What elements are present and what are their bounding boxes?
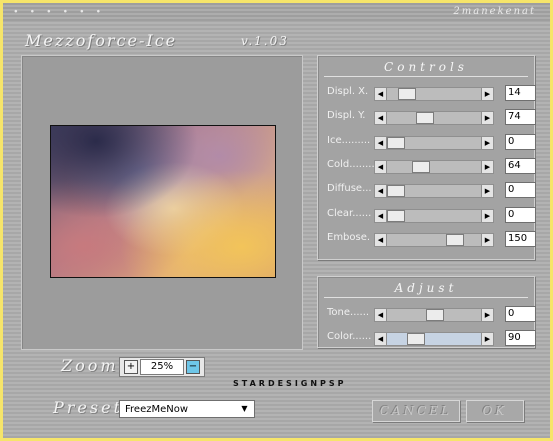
adjust-slider-track[interactable]: ◀ ▶ — [374, 308, 494, 322]
zoom-label: Zoom — [61, 356, 119, 375]
adjust-label: Tone...... — [327, 307, 370, 318]
control-value-input[interactable]: 150 — [505, 230, 536, 247]
arrow-left-icon[interactable]: ◀ — [375, 209, 387, 222]
control-slider-thumb[interactable] — [398, 88, 416, 100]
credit-label: STARDESIGNPSP — [233, 379, 347, 388]
arrow-right-icon[interactable]: ▶ — [481, 209, 493, 222]
arrow-right-icon[interactable]: ▶ — [481, 160, 493, 173]
control-value-input[interactable]: 0 — [505, 206, 536, 223]
preset-selected: FreezMeNow — [125, 404, 189, 415]
preset-label: Preset — [53, 398, 123, 417]
app-title: Mezzoforce-Ice — [25, 31, 178, 50]
adjust-label: Color...... — [327, 331, 372, 342]
control-value-input[interactable]: 0 — [505, 133, 536, 150]
preset-dropdown[interactable]: FreezMeNow ▼ — [119, 400, 255, 418]
control-value-input[interactable]: 0 — [505, 182, 536, 199]
chevron-down-icon[interactable]: ▼ — [238, 402, 251, 416]
control-slider-thumb[interactable] — [412, 160, 430, 173]
control-label: Cold........ — [327, 158, 375, 170]
arrow-right-icon[interactable]: ▶ — [481, 233, 493, 246]
arrow-left-icon[interactable]: ◀ — [375, 160, 387, 173]
arrow-left-icon[interactable]: ◀ — [375, 309, 387, 321]
control-slider-track[interactable]: ◀ ▶ — [374, 135, 494, 150]
divider — [324, 297, 528, 298]
version-label: v.1.03 — [241, 34, 289, 48]
control-row: Clear...... ◀ ▶ 0 — [318, 206, 536, 224]
arrow-left-icon[interactable]: ◀ — [375, 233, 387, 246]
control-value-input[interactable]: 14 — [505, 85, 536, 101]
adjust-row: Color...... ◀ ▶ 90 — [318, 329, 536, 347]
control-label: Displ. X. — [327, 86, 369, 97]
control-row: Ice......... ◀ ▶ 0 — [318, 133, 536, 151]
adjust-slider-thumb[interactable] — [426, 309, 444, 321]
controls-panel: Controls Displ. X. ◀ ▶ 14 Displ. Y. ◀ ▶ 74 Ice..… — [317, 55, 536, 260]
control-slider-track[interactable]: ◀ ▶ — [374, 87, 494, 101]
control-value-input[interactable]: 74 — [505, 109, 536, 126]
control-slider-track[interactable]: ◀ ▶ — [374, 208, 494, 223]
arrow-left-icon[interactable]: ◀ — [375, 185, 387, 198]
control-row: Displ. Y. ◀ ▶ 74 — [318, 108, 536, 126]
window-frame: ∙ ∙ ∙ ∙ ∙ ∙ 2manekenat Mezzoforce-Ice v.… — [0, 0, 553, 441]
arrow-right-icon[interactable]: ▶ — [481, 309, 493, 321]
ok-button[interactable]: OK — [466, 400, 524, 422]
arrow-left-icon[interactable]: ◀ — [375, 112, 387, 125]
zoom-value: 25% — [140, 359, 184, 375]
control-slider-track[interactable]: ◀ ▶ — [374, 184, 494, 199]
control-label: Ice......... — [327, 134, 371, 146]
preview-image[interactable] — [50, 125, 276, 278]
control-slider-thumb[interactable] — [387, 209, 405, 222]
arrow-right-icon[interactable]: ▶ — [481, 112, 493, 125]
adjust-slider-thumb[interactable] — [407, 333, 425, 345]
preview-panel — [21, 55, 303, 350]
adjust-row: Tone...... ◀ ▶ 0 — [318, 305, 536, 323]
control-slider-track[interactable]: ◀ ▶ — [374, 111, 494, 126]
brand-label: 2manekenat — [453, 6, 536, 17]
arrow-left-icon[interactable]: ◀ — [375, 136, 387, 149]
control-row: Displ. X. ◀ ▶ 14 — [318, 84, 536, 102]
adjust-value-input[interactable]: 0 — [505, 306, 536, 322]
grip-dots: ∙ ∙ ∙ ∙ ∙ ∙ — [13, 7, 106, 17]
control-slider-thumb[interactable] — [446, 233, 464, 246]
control-slider-thumb[interactable] — [416, 112, 434, 125]
arrow-left-icon[interactable]: ◀ — [375, 333, 387, 345]
arrow-right-icon[interactable]: ▶ — [481, 88, 493, 100]
adjust-value-input[interactable]: 90 — [505, 330, 536, 346]
control-slider-track[interactable]: ◀ ▶ — [374, 232, 494, 247]
arrow-right-icon[interactable]: ▶ — [481, 136, 493, 149]
arrow-right-icon[interactable]: ▶ — [481, 333, 493, 345]
zoom-in-button[interactable]: + — [124, 360, 138, 374]
zoom-control: + 25% − — [119, 357, 205, 377]
control-row: Diffuse... ◀ ▶ 0 — [318, 181, 536, 199]
control-label: Embose. — [327, 231, 371, 243]
control-row: Cold........ ◀ ▶ 64 — [318, 157, 536, 175]
control-slider-track[interactable]: ◀ ▶ — [374, 159, 494, 174]
arrow-left-icon[interactable]: ◀ — [375, 88, 387, 100]
arrow-right-icon[interactable]: ▶ — [481, 185, 493, 198]
control-row: Embose. ◀ ▶ 150 — [318, 230, 536, 248]
adjust-slider-track[interactable]: ◀ ▶ — [374, 332, 494, 346]
control-label: Displ. Y. — [327, 110, 366, 122]
control-value-input[interactable]: 64 — [505, 157, 536, 174]
adjust-title: Adjust — [394, 281, 458, 295]
title-bar[interactable]: ∙ ∙ ∙ ∙ ∙ ∙ 2manekenat — [3, 3, 550, 21]
control-label: Clear...... — [327, 207, 372, 219]
cancel-button[interactable]: CANCEL — [372, 400, 460, 422]
zoom-out-button[interactable]: − — [186, 360, 200, 374]
controls-title: Controls — [384, 60, 468, 74]
control-slider-thumb[interactable] — [387, 136, 405, 149]
plugin-window: ∙ ∙ ∙ ∙ ∙ ∙ 2manekenat Mezzoforce-Ice v.… — [3, 3, 550, 438]
divider — [324, 76, 528, 77]
control-label: Diffuse... — [327, 183, 372, 195]
adjust-panel: Adjust Tone...... ◀ ▶ 0 Color...... ◀ ▶ 90 — [317, 276, 536, 348]
control-slider-thumb[interactable] — [387, 185, 405, 198]
